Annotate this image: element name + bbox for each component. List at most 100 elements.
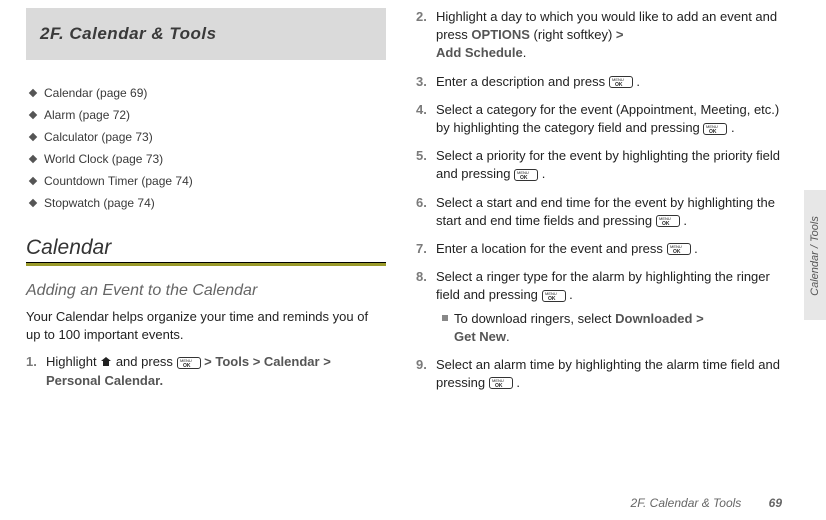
toc-label: Alarm (page 72) bbox=[44, 108, 130, 122]
text: . bbox=[506, 329, 510, 344]
svg-text:OK: OK bbox=[183, 363, 191, 368]
text: . bbox=[516, 375, 520, 390]
step-number: 4. bbox=[416, 101, 427, 119]
menu-ok-icon: MENUOK bbox=[489, 377, 513, 389]
intro-paragraph: Your Calendar helps organize your time a… bbox=[26, 308, 386, 343]
caret: > bbox=[253, 354, 264, 369]
step-7: 7. Enter a location for the event and pr… bbox=[416, 240, 796, 258]
step-number: 7. bbox=[416, 240, 427, 258]
toc-label: World Clock (page 73) bbox=[44, 152, 163, 166]
diamond-icon bbox=[29, 111, 37, 119]
diamond-icon bbox=[29, 133, 37, 141]
menu-ok-icon: MENUOK bbox=[609, 76, 633, 88]
steps-left: 1. Highlight and press MENUOK > Tools > … bbox=[26, 353, 386, 390]
step-number: 2. bbox=[416, 8, 427, 26]
text: Enter a location for the event and press bbox=[436, 241, 667, 256]
bold: Add Schedule bbox=[436, 45, 523, 60]
footer-page: 69 bbox=[769, 496, 782, 510]
diamond-icon bbox=[29, 177, 37, 185]
menu-ok-icon: MENUOK bbox=[542, 290, 566, 302]
text: To download ringers, select bbox=[454, 311, 615, 326]
table-of-contents: Calendar (page 69) Alarm (page 72) Calcu… bbox=[26, 82, 386, 214]
subsection-heading: Adding an Event to the Calendar bbox=[26, 282, 386, 300]
step-number: 8. bbox=[416, 268, 427, 286]
text: and press bbox=[116, 354, 177, 369]
caret: > bbox=[204, 354, 215, 369]
toc-item: Calendar (page 69) bbox=[26, 82, 386, 104]
text: . bbox=[523, 45, 527, 60]
left-column: 2F. Calendar & Tools Calendar (page 69) … bbox=[26, 8, 386, 402]
chapter-title-box: 2F. Calendar & Tools bbox=[26, 8, 386, 60]
step-5: 5. Select a priority for the event by hi… bbox=[416, 147, 796, 183]
footer: 2F. Calendar & Tools 69 bbox=[631, 496, 782, 510]
step-9: 9. Select an alarm time by highlighting … bbox=[416, 356, 796, 392]
bold: Tools bbox=[215, 354, 249, 369]
bold: Calendar bbox=[264, 354, 320, 369]
diamond-icon bbox=[29, 89, 37, 97]
step-6: 6. Select a start and end time for the e… bbox=[416, 194, 796, 230]
toc-item: Stopwatch (page 74) bbox=[26, 192, 386, 214]
bold: Get New bbox=[454, 329, 506, 344]
menu-ok-icon: MENUOK bbox=[667, 243, 691, 255]
right-column: 2. Highlight a day to which you would li… bbox=[416, 8, 796, 402]
bold: OPTIONS bbox=[471, 27, 530, 42]
toc-label: Countdown Timer (page 74) bbox=[44, 174, 193, 188]
svg-text:OK: OK bbox=[615, 82, 623, 87]
step-8-sub: To download ringers, select Downloaded >… bbox=[454, 310, 796, 345]
menu-ok-icon: MENUOK bbox=[177, 357, 201, 369]
step-8: 8. Select a ringer type for the alarm by… bbox=[416, 268, 796, 345]
text: Select a category for the event (Appoint… bbox=[436, 102, 779, 135]
diamond-icon bbox=[29, 155, 37, 163]
svg-text:OK: OK bbox=[520, 175, 528, 180]
step-number: 3. bbox=[416, 73, 427, 91]
step-3: 3. Enter a description and press MENUOK … bbox=[416, 73, 796, 91]
text: . bbox=[683, 213, 687, 228]
svg-text:OK: OK bbox=[709, 129, 717, 134]
text: . bbox=[569, 287, 573, 302]
svg-text:OK: OK bbox=[495, 383, 503, 388]
menu-ok-icon: MENUOK bbox=[703, 123, 727, 135]
toc-label: Stopwatch (page 74) bbox=[44, 196, 155, 210]
bold: Downloaded bbox=[615, 311, 692, 326]
text: Select a start and end time for the even… bbox=[436, 195, 775, 228]
step-4: 4. Select a category for the event (Appo… bbox=[416, 101, 796, 137]
step-number: 9. bbox=[416, 356, 427, 374]
step-1: 1. Highlight and press MENUOK > Tools > … bbox=[26, 353, 386, 390]
bold: Personal Calendar. bbox=[46, 373, 163, 388]
home-icon bbox=[100, 354, 112, 372]
square-bullet-icon bbox=[442, 315, 448, 321]
footer-title: 2F. Calendar & Tools bbox=[631, 496, 742, 510]
svg-text:OK: OK bbox=[673, 249, 681, 254]
step-number: 1. bbox=[26, 353, 37, 371]
text: Select a priority for the event by highl… bbox=[436, 148, 780, 181]
text: Highlight bbox=[46, 354, 100, 369]
section-rule bbox=[26, 262, 386, 266]
toc-label: Calculator (page 73) bbox=[44, 130, 153, 144]
text: . bbox=[731, 120, 735, 135]
section-heading: Calendar bbox=[26, 236, 386, 260]
text: . bbox=[636, 74, 640, 89]
svg-text:OK: OK bbox=[548, 296, 556, 301]
steps-right: 2. Highlight a day to which you would li… bbox=[416, 8, 796, 392]
text: . bbox=[694, 241, 698, 256]
page: 2F. Calendar & Tools Calendar (page 69) … bbox=[0, 0, 826, 402]
menu-ok-icon: MENUOK bbox=[514, 169, 538, 181]
text: Select an alarm time by highlighting the… bbox=[436, 357, 780, 390]
caret: > bbox=[323, 354, 331, 369]
text: Enter a description and press bbox=[436, 74, 609, 89]
text: . bbox=[542, 166, 546, 181]
chapter-title: 2F. Calendar & Tools bbox=[40, 24, 217, 43]
toc-item: Alarm (page 72) bbox=[26, 104, 386, 126]
step-number: 6. bbox=[416, 194, 427, 212]
toc-item: Calculator (page 73) bbox=[26, 126, 386, 148]
toc-label: Calendar (page 69) bbox=[44, 86, 147, 100]
text: Select a ringer type for the alarm by hi… bbox=[436, 269, 770, 302]
caret: > bbox=[616, 27, 624, 42]
text: (right softkey) bbox=[534, 27, 616, 42]
menu-ok-icon: MENUOK bbox=[656, 215, 680, 227]
diamond-icon bbox=[29, 199, 37, 207]
caret: > bbox=[696, 311, 704, 326]
toc-item: Countdown Timer (page 74) bbox=[26, 170, 386, 192]
svg-text:OK: OK bbox=[662, 221, 670, 226]
toc-item: World Clock (page 73) bbox=[26, 148, 386, 170]
